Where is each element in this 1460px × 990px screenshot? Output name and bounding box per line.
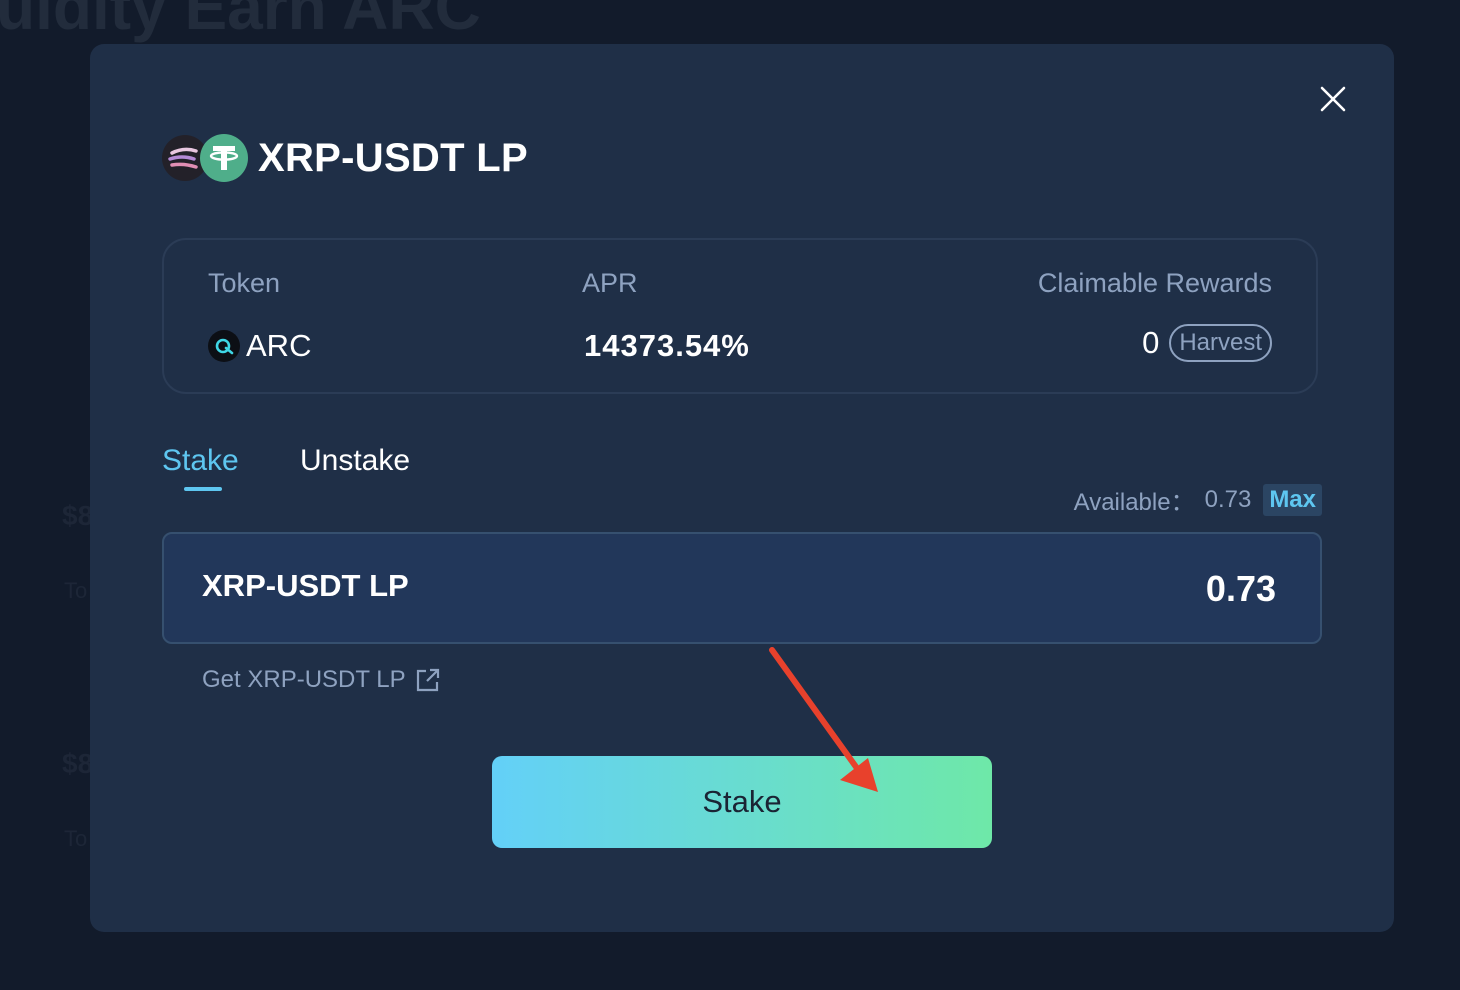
input-token-label: XRP-USDT LP [202,568,409,603]
harvest-button[interactable]: Harvest [1169,324,1272,362]
background-faint-value: $8 [62,748,94,779]
stake-button[interactable]: Stake [492,756,992,848]
pair-icons [162,133,250,183]
stake-amount-input[interactable]: XRP-USDT LP 0.73 [162,532,1322,644]
get-lp-link-label: Get XRP-USDT LP [202,666,406,693]
stake-modal: XRP-USDT LP Token APR Claimable Rewards … [90,44,1394,932]
rewards-row: 0 Harvest [1142,324,1272,362]
background-faint-value: $8 [62,500,94,531]
background-faint-label: To [64,578,88,603]
apr-value: 14373.54% [584,328,750,363]
usdt-token-icon [200,134,248,182]
background-page-heading: uidity Earn ARC [0,0,481,43]
tab-stake[interactable]: Stake [162,444,239,478]
get-lp-link[interactable]: Get XRP-USDT LP [202,666,442,694]
apr-label: APR [582,268,638,298]
close-button[interactable] [1316,82,1350,116]
token-label: Token [208,268,281,298]
claimable-rewards-value: 0 [1142,325,1160,360]
external-link-icon [416,668,439,692]
max-button[interactable]: Max [1263,483,1322,516]
claimable-rewards-label: Claimable Rewards [1037,268,1272,298]
pool-info-card: Token APR Claimable Rewards ARC 14373.54… [162,238,1318,394]
available-value: 0.73 [1204,485,1252,513]
modal-header: XRP-USDT LP [162,132,528,184]
available-balance: Available： 0.73 Max [1074,482,1322,517]
available-label: Available： [1073,489,1195,516]
token-name: ARC [246,328,312,363]
input-amount-value[interactable]: 0.73 [1206,568,1276,610]
background-faint-label: To [64,826,88,851]
active-tab-indicator [184,487,222,491]
tab-unstake[interactable]: Unstake [300,444,410,478]
modal-title: XRP-USDT LP [258,135,528,180]
close-icon [1320,86,1346,112]
arc-token-icon [208,330,240,362]
token-value: ARC [208,328,311,364]
